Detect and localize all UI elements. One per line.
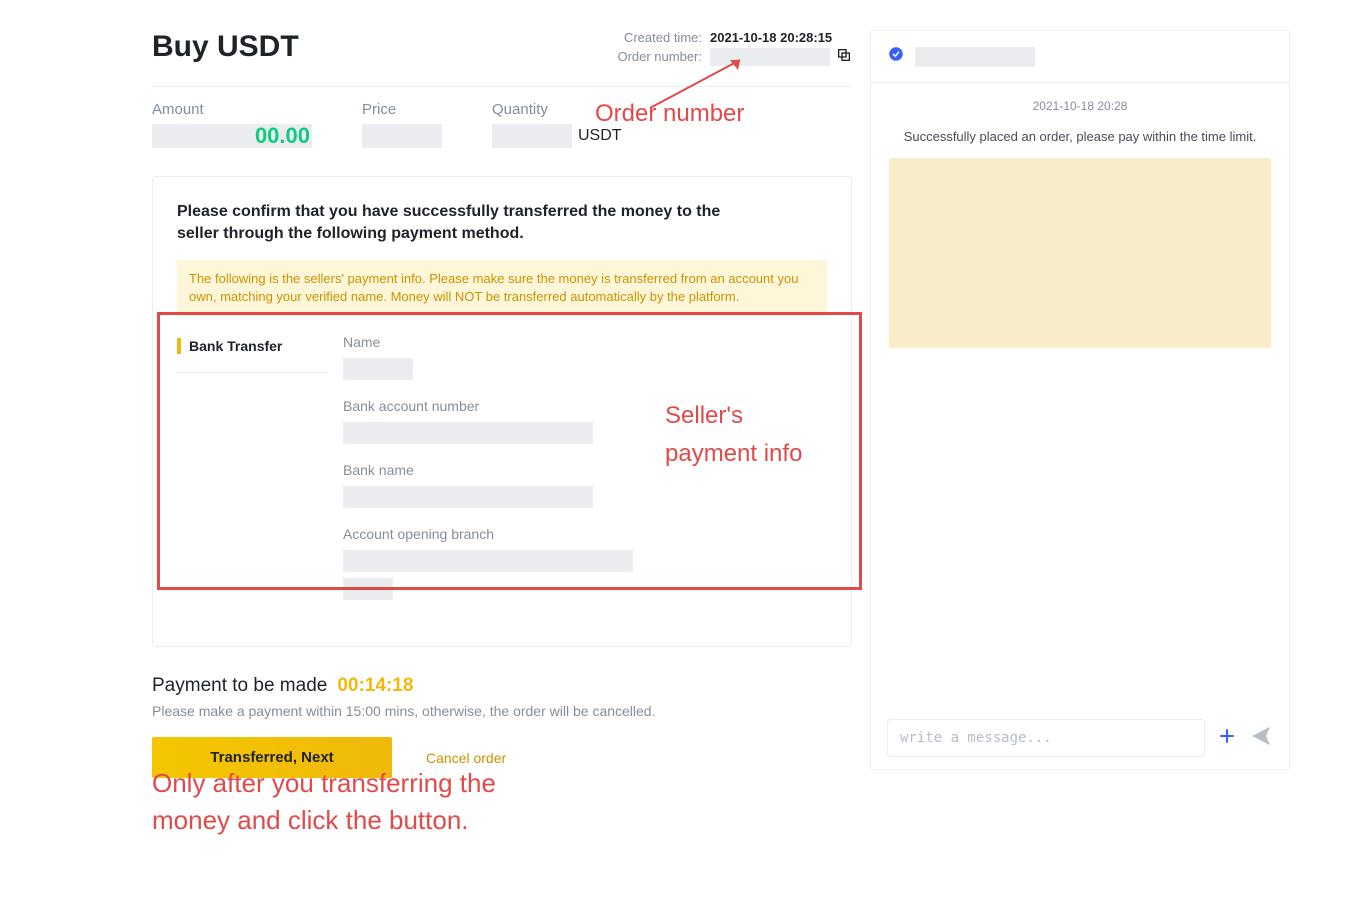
countdown-hint: Please make a payment within 15:00 mins,… bbox=[152, 703, 852, 719]
created-time-value: 2021-10-18 20:28:15 bbox=[710, 30, 832, 45]
price-value bbox=[362, 124, 442, 148]
branch-label: Account opening branch bbox=[343, 526, 827, 542]
confirm-title: Please confirm that you have successfull… bbox=[177, 201, 757, 246]
bank-account-value bbox=[343, 422, 593, 444]
bank-account-label: Bank account number bbox=[343, 398, 827, 414]
name-value bbox=[343, 358, 413, 380]
transferred-next-button[interactable]: Transferred, Next bbox=[152, 737, 392, 778]
payment-tab-bank-transfer[interactable]: Bank Transfer bbox=[177, 334, 327, 373]
chat-system-message: Successfully placed an order, please pay… bbox=[889, 129, 1271, 144]
order-number-row: Order number: bbox=[606, 47, 852, 66]
tab-marker-icon bbox=[177, 338, 181, 354]
divider bbox=[152, 86, 852, 87]
attach-button[interactable] bbox=[1217, 726, 1237, 751]
countdown-time: 00:14:18 bbox=[337, 675, 413, 697]
copy-icon[interactable] bbox=[836, 47, 852, 66]
name-label: Name bbox=[343, 334, 827, 350]
bank-name-label: Bank name bbox=[343, 462, 827, 478]
bank-name-value bbox=[343, 486, 593, 508]
payment-tab-label: Bank Transfer bbox=[189, 338, 282, 354]
order-number-value bbox=[710, 48, 830, 66]
warning-banner: The following is the sellers' payment in… bbox=[177, 260, 827, 316]
chat-auto-message bbox=[889, 158, 1271, 348]
send-button[interactable] bbox=[1249, 724, 1273, 753]
quantity-label: Quantity bbox=[492, 101, 622, 118]
branch-value-2 bbox=[343, 578, 393, 600]
cancel-order-link[interactable]: Cancel order bbox=[426, 750, 506, 766]
quantity-unit: USDT bbox=[578, 127, 622, 145]
page-title: Buy USDT bbox=[152, 30, 299, 64]
chat-timestamp: 2021-10-18 20:28 bbox=[889, 99, 1271, 113]
created-time-label: Created time: bbox=[606, 30, 702, 45]
branch-value-1 bbox=[343, 550, 633, 572]
annotation-bottom-2: money and click the button. bbox=[152, 805, 469, 836]
countdown-label: Payment to be made bbox=[152, 675, 327, 697]
verified-icon bbox=[887, 45, 905, 68]
amount-label: Amount bbox=[152, 101, 312, 118]
order-number-label: Order number: bbox=[606, 49, 702, 64]
chat-panel: 2021-10-18 20:28 Successfully placed an … bbox=[870, 30, 1290, 770]
chat-message-input[interactable] bbox=[887, 719, 1205, 757]
amount-value: 00.00 bbox=[152, 124, 312, 148]
confirm-card: Please confirm that you have successfull… bbox=[152, 176, 852, 647]
created-time-row: Created time: 2021-10-18 20:28:15 bbox=[606, 30, 852, 45]
quantity-value bbox=[492, 124, 572, 148]
seller-name bbox=[915, 47, 1035, 67]
price-label: Price bbox=[362, 101, 442, 118]
